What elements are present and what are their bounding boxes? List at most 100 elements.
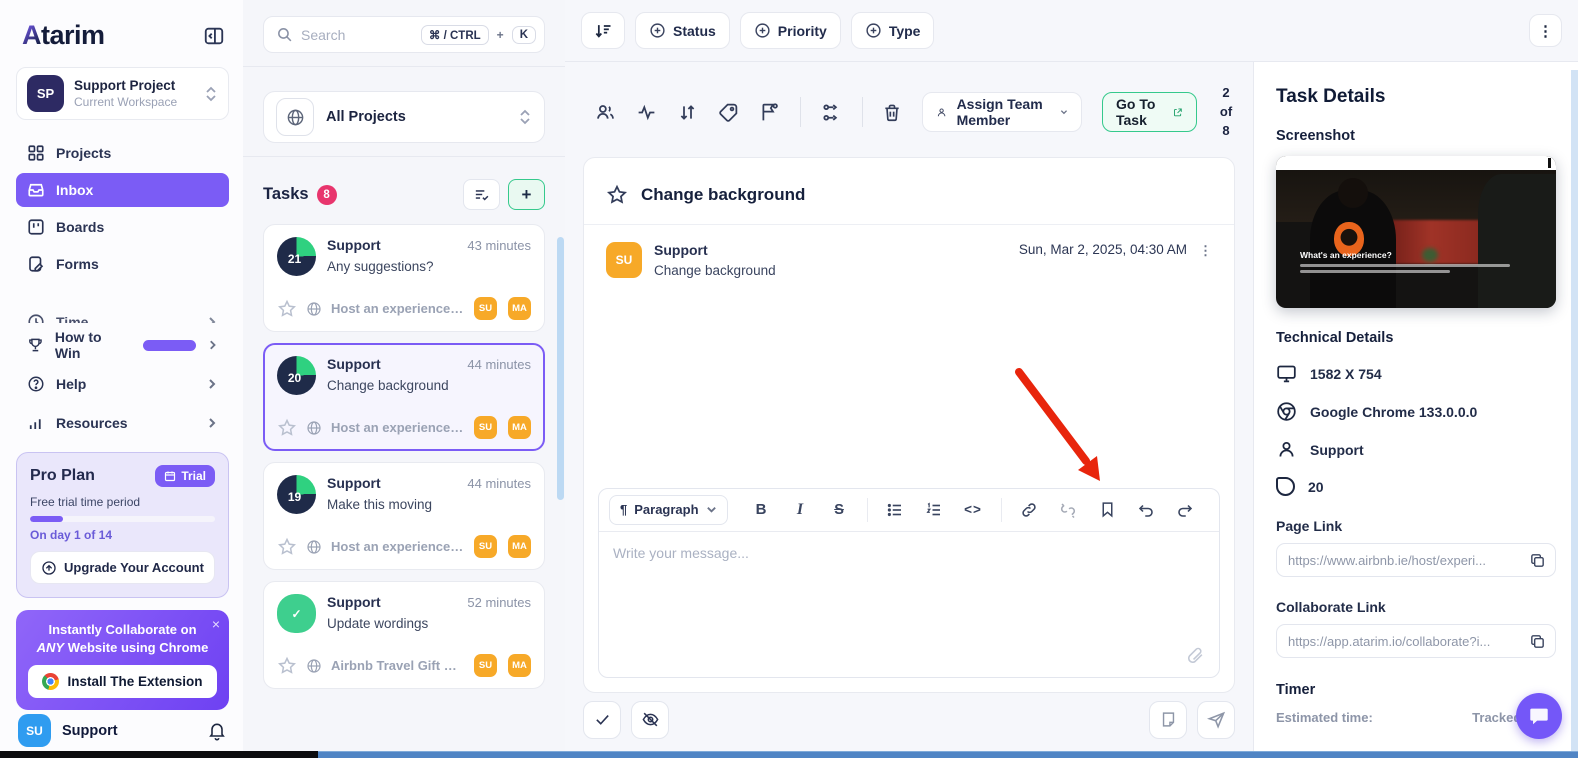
chat-bubble-icon	[1528, 705, 1550, 727]
sidebar-item-resources[interactable]: Resources	[16, 406, 229, 440]
avatar: MA	[508, 416, 531, 439]
page-link-field[interactable]: https://www.airbnb.ie/host/experi...	[1276, 543, 1556, 577]
add-task-button[interactable]: +	[508, 179, 545, 210]
task-detail-main: Assign Team Member Go To Task 2 of 8	[565, 62, 1253, 751]
chat-widget-button[interactable]	[1516, 693, 1562, 739]
collaborate-link-field[interactable]: https://app.atarim.io/collaborate?i...	[1276, 624, 1556, 658]
avatar: MA	[508, 535, 531, 558]
search-input[interactable]	[301, 27, 413, 43]
star-icon[interactable]	[277, 299, 297, 319]
copy-icon[interactable]	[1529, 633, 1546, 650]
sort-tasks-button[interactable]	[463, 179, 500, 210]
sidebar-item-label: How to Win	[55, 329, 126, 361]
sidebar-secondary-nav: Time How to Win Help Resources	[16, 307, 229, 440]
comment-author: Support	[654, 242, 776, 258]
list-check-icon	[473, 186, 490, 203]
pro-plan-card: Pro Plan Trial Free trial time period On…	[16, 452, 229, 598]
undo-button[interactable]	[1127, 495, 1166, 525]
upgrade-account-button[interactable]: Upgrade Your Account	[30, 551, 215, 584]
chrome-logo-icon	[42, 673, 59, 690]
send-button[interactable]	[1197, 701, 1235, 739]
comment-text: Change background	[654, 263, 776, 278]
flag-comment-icon[interactable]	[759, 102, 780, 123]
sidebar-item-help[interactable]: Help	[16, 367, 229, 401]
redo-button[interactable]	[1166, 495, 1205, 525]
avatar: SU	[474, 297, 497, 320]
workspace-avatar: SP	[27, 75, 64, 112]
sidebar-item-time[interactable]: Time	[16, 307, 229, 323]
internal-note-button[interactable]	[1149, 701, 1187, 739]
delete-task-icon[interactable]	[882, 102, 902, 123]
assign-team-member-dropdown[interactable]: Assign Team Member	[922, 92, 1082, 132]
sort-button[interactable]	[581, 12, 625, 49]
bold-button[interactable]: B	[742, 495, 781, 525]
comment-menu-icon[interactable]: ⋮	[1199, 242, 1212, 257]
italic-button[interactable]: I	[781, 495, 820, 525]
close-icon[interactable]: ×	[212, 616, 220, 632]
tag-icon[interactable]	[718, 102, 739, 123]
search-bar[interactable]: ⌘ / CTRL + K	[263, 16, 545, 53]
external-link-icon	[1173, 105, 1183, 120]
task-screenshot-thumbnail[interactable]: What's an experience?	[1276, 156, 1556, 308]
strikethrough-button[interactable]: S	[820, 495, 859, 525]
task-card[interactable]: 19 Support44 minutes Make this moving Ho…	[263, 462, 545, 570]
activity-icon[interactable]	[636, 102, 657, 123]
sidebar-collapse-icon[interactable]	[203, 25, 225, 47]
bullet-list-button[interactable]	[876, 495, 915, 525]
sidebar-item-projects[interactable]: Projects	[16, 136, 229, 170]
task-card[interactable]: 21 Support43 minutes Any suggestions? Ho…	[263, 224, 545, 332]
copy-icon[interactable]	[1529, 552, 1546, 569]
merge-tasks-icon[interactable]	[821, 102, 842, 123]
bottom-window-strip	[0, 751, 1578, 758]
resolve-button[interactable]	[583, 701, 621, 739]
task-card-selected[interactable]: 20 Support44 minutes Change background H…	[263, 343, 545, 451]
message-input[interactable]: Write your message...	[599, 532, 1219, 677]
timer-heading: Timer	[1276, 682, 1556, 698]
ordered-list-button[interactable]	[915, 495, 954, 525]
workspace-switcher[interactable]: SP Support Project Current Workspace	[16, 67, 229, 120]
star-icon[interactable]	[277, 537, 297, 557]
task-title: Update wordings	[327, 616, 531, 631]
task-author: Support	[327, 237, 381, 253]
install-extension-button[interactable]: Install The Extension	[28, 665, 217, 698]
plus-circle-icon	[754, 22, 771, 39]
link-button[interactable]	[1010, 495, 1049, 525]
chrome-icon	[1276, 401, 1297, 422]
hide-internal-button[interactable]	[631, 701, 669, 739]
editor-toolbar: ¶ Paragraph B I S <>	[599, 489, 1219, 532]
attachment-icon[interactable]	[1186, 646, 1205, 665]
sidebar-item-inbox[interactable]: Inbox	[16, 173, 229, 207]
filter-priority-button[interactable]: Priority	[740, 12, 841, 49]
project-filter-dropdown[interactable]: All Projects	[263, 91, 545, 143]
bookmark-button[interactable]	[1088, 495, 1127, 525]
filter-status-button[interactable]: Status	[635, 12, 730, 49]
star-icon[interactable]	[277, 418, 297, 438]
sort-updown-icon[interactable]	[677, 102, 698, 123]
unlink-button[interactable]	[1049, 495, 1088, 525]
taskbar-segment	[318, 751, 1578, 758]
arrow-up-circle-icon	[41, 560, 57, 576]
star-icon[interactable]	[606, 184, 628, 206]
overflow-menu-button[interactable]: ⋮	[1529, 14, 1562, 47]
screenshot-caption: What's an experience?	[1300, 250, 1392, 260]
pilcrow-icon: ¶	[620, 502, 627, 517]
kbd-plus: +	[497, 28, 504, 42]
block-type-dropdown[interactable]: ¶ Paragraph	[609, 495, 728, 525]
filter-type-button[interactable]: Type	[851, 12, 935, 49]
sidebar-item-how-to-win[interactable]: How to Win	[16, 328, 229, 362]
user-profile-row[interactable]: SU Support	[16, 710, 229, 751]
star-icon[interactable]	[277, 656, 297, 676]
scrollbar[interactable]	[557, 237, 564, 500]
sidebar-item-boards[interactable]: Boards	[16, 210, 229, 244]
sidebar-item-forms[interactable]: Forms	[16, 247, 229, 281]
scrollbar[interactable]	[1571, 70, 1578, 751]
bell-icon[interactable]	[207, 721, 227, 741]
go-to-task-button[interactable]: Go To Task	[1102, 92, 1197, 132]
task-title: Change background	[327, 378, 531, 393]
code-button[interactable]: <>	[954, 495, 993, 525]
globe-icon	[276, 98, 314, 136]
task-card[interactable]: ✓ Support52 minutes Update wordings Airb…	[263, 581, 545, 689]
divider	[243, 66, 565, 67]
chevron-right-icon	[206, 417, 218, 429]
collaborators-icon[interactable]	[595, 102, 616, 123]
